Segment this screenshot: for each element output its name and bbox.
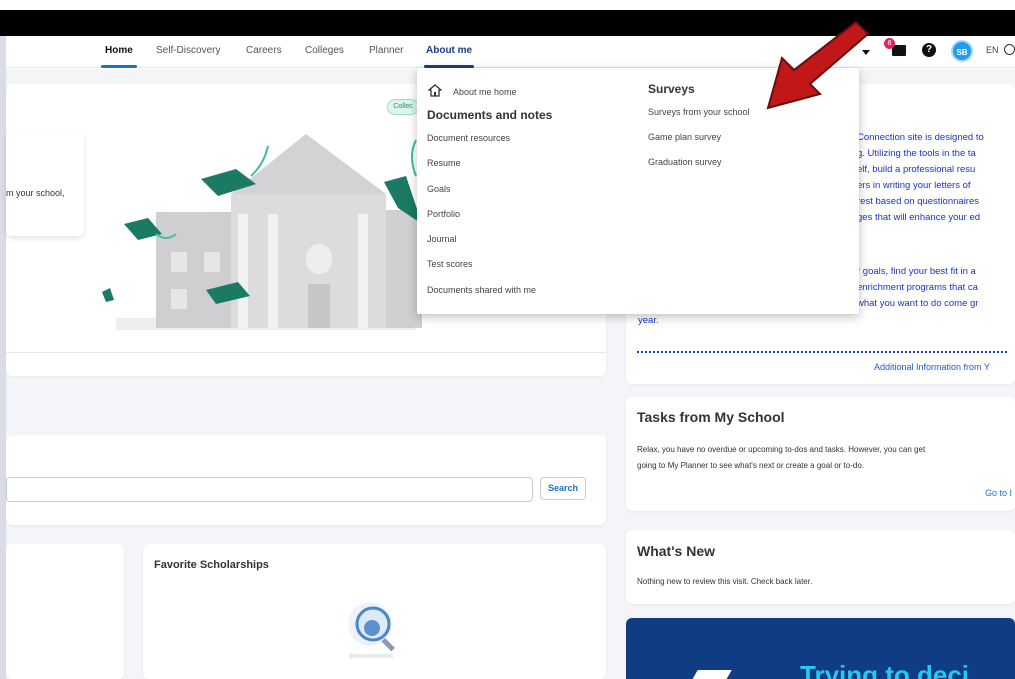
surveys-heading: Surveys bbox=[648, 82, 695, 96]
documents-heading: Documents and notes bbox=[427, 108, 553, 122]
menu-graduation-survey[interactable]: Graduation survey bbox=[648, 157, 722, 167]
favorite-scholarships-title: Favorite Scholarships bbox=[154, 559, 269, 571]
menu-test-scores[interactable]: Test scores bbox=[427, 259, 473, 269]
search-button[interactable]: Search bbox=[540, 477, 586, 500]
globe-icon[interactable] bbox=[1004, 44, 1015, 55]
info-line: Connection site is designed to bbox=[857, 132, 984, 143]
left-bottom-card bbox=[6, 544, 124, 679]
info-line: ges that will enhance your ed bbox=[857, 212, 981, 223]
menu-journal[interactable]: Journal bbox=[427, 234, 457, 244]
menu-portfolio[interactable]: Portfolio bbox=[427, 209, 460, 219]
info-line: ers in writing your letters of bbox=[857, 180, 971, 191]
nav-self-discovery[interactable]: Self-Discovery bbox=[156, 45, 220, 56]
info-line: year. bbox=[638, 315, 659, 326]
menu-documents-shared[interactable]: Documents shared with me bbox=[427, 285, 536, 295]
tasks-title: Tasks from My School bbox=[637, 409, 785, 425]
mail-icon[interactable] bbox=[892, 45, 906, 56]
hero-note-card: m your school, bbox=[6, 132, 84, 236]
help-icon[interactable]: ? bbox=[922, 43, 936, 57]
additional-info-link[interactable]: Additional Information from Y bbox=[874, 362, 990, 372]
menu-resume[interactable]: Resume bbox=[427, 158, 461, 168]
menu-document-resources[interactable]: Document resources bbox=[427, 133, 510, 143]
nav-colleges[interactable]: Colleges bbox=[305, 45, 344, 56]
whats-new-text: Nothing new to review this visit. Check … bbox=[637, 577, 813, 586]
colleges-pill[interactable]: Collec bbox=[387, 99, 419, 115]
promo-banner[interactable]: Trying to deci bbox=[626, 618, 1015, 679]
info-truncated-text bbox=[637, 351, 1007, 353]
nav-home[interactable]: Home bbox=[101, 45, 137, 68]
go-to-planner-link[interactable]: Go to I bbox=[985, 488, 1012, 498]
red-arrow-annotation bbox=[766, 20, 870, 110]
whats-new-title: What's New bbox=[637, 543, 716, 559]
info-line: enrichment programs that ca bbox=[857, 282, 978, 293]
nav-careers[interactable]: Careers bbox=[246, 45, 282, 56]
home-icon bbox=[428, 84, 442, 97]
promo-text: Trying to deci bbox=[800, 660, 970, 679]
search-input[interactable] bbox=[6, 477, 533, 502]
menu-goals[interactable]: Goals bbox=[427, 184, 451, 194]
menu-game-plan-survey[interactable]: Game plan survey bbox=[648, 132, 721, 142]
hero-note-text: m your school, bbox=[6, 188, 65, 198]
hero-divider bbox=[6, 352, 606, 353]
menu-surveys-from-school[interactable]: Surveys from your school bbox=[648, 107, 750, 117]
nav-about-me[interactable]: About me bbox=[423, 45, 475, 68]
tasks-text: going to My Planner to see what's next o… bbox=[637, 461, 864, 470]
info-line: what you want to do come gr bbox=[857, 298, 979, 309]
avatar[interactable]: SB bbox=[951, 40, 973, 62]
graduation-cap-icon bbox=[686, 670, 732, 679]
info-line: g. Utilizing the tools in the ta bbox=[857, 148, 976, 159]
mail-count-badge: 8 bbox=[884, 38, 895, 49]
magnifier-cat-illustration bbox=[348, 602, 395, 658]
whats-new-card bbox=[626, 530, 1015, 604]
nav-planner[interactable]: Planner bbox=[369, 45, 403, 56]
tasks-text: Relax, you have no overdue or upcoming t… bbox=[637, 445, 926, 454]
info-line: rest based on questionnaires bbox=[857, 196, 979, 207]
language-selector[interactable]: EN bbox=[986, 45, 999, 55]
info-line: r goals, find your best fit in a bbox=[857, 266, 976, 277]
menu-about-me-home[interactable]: About me home bbox=[453, 87, 517, 97]
info-line: elf, build a professional resu bbox=[857, 164, 976, 175]
